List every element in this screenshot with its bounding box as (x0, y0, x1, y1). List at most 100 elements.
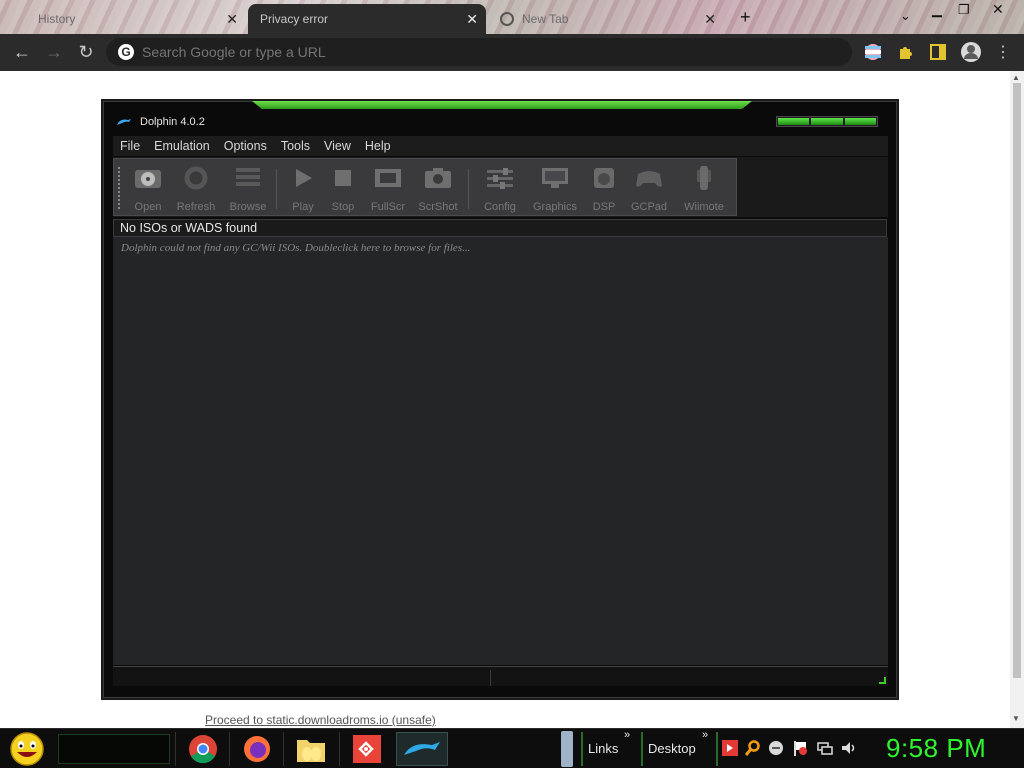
empty-gamelist-message[interactable]: Dolphin could not find any GC/Wii ISOs. … (121, 242, 470, 254)
toolbar-label: Stop (331, 201, 355, 213)
back-arrow-icon[interactable]: ← (9, 40, 35, 64)
desktop-chevron-icon[interactable]: » (702, 729, 708, 741)
tray-status-icon[interactable] (768, 740, 784, 756)
taskbar-git[interactable] (339, 732, 393, 766)
omnibox-input[interactable] (142, 44, 742, 60)
browse-list-icon (236, 168, 260, 186)
restore-icon[interactable]: ❐ (958, 2, 970, 18)
wiimote-button[interactable]: Wiimote (680, 165, 728, 213)
refresh-button[interactable]: Refresh (172, 165, 220, 213)
window-controls[interactable] (776, 116, 878, 127)
menu-file[interactable]: File (113, 139, 147, 153)
tab-new-tab[interactable]: New Tab ✕ (488, 4, 724, 34)
close-icon[interactable]: ✕ (226, 11, 238, 28)
dolphin-toolbar-area: Open Refresh Browse Play Stop FullScr Sc… (113, 157, 888, 217)
taskbar-folder[interactable] (283, 732, 337, 766)
desktop-toolbar[interactable]: Desktop (648, 741, 696, 756)
taskbar-chrome[interactable] (175, 732, 229, 766)
menu-tools[interactable]: Tools (274, 139, 317, 153)
camera-icon (425, 168, 451, 188)
taskbar-separator (716, 732, 718, 766)
taskbar-dolphin[interactable] (396, 732, 448, 766)
taskbar-firefox[interactable] (229, 732, 283, 766)
play-icon (296, 169, 312, 187)
toolbar-label: Config (484, 201, 516, 213)
toolbar-separator (276, 169, 277, 209)
reload-icon[interactable]: ↻ (73, 40, 99, 64)
page-scrollbar[interactable]: ▲ ▼ (1010, 71, 1024, 728)
toolbar-label: Open (134, 201, 162, 213)
wiimote-icon (697, 166, 711, 190)
profile-flag-icon[interactable] (864, 43, 882, 61)
menu-emulation[interactable]: Emulation (147, 139, 217, 153)
tray-search-icon[interactable] (745, 740, 761, 756)
maximize-button[interactable] (811, 118, 843, 125)
window-top-glow (252, 101, 752, 109)
gamelist-column-header: No ISOs or WADS found (113, 219, 887, 237)
omnibox[interactable]: G (106, 38, 852, 66)
tab-history[interactable]: History ✕ (26, 4, 246, 34)
new-tab-button[interactable]: + (740, 7, 751, 28)
smiley-start-icon[interactable] (8, 731, 46, 767)
tab-privacy-error[interactable]: Privacy error ✕ (248, 4, 486, 34)
tray-volume-icon[interactable] (841, 740, 857, 756)
menu-view[interactable]: View (317, 139, 358, 153)
forward-arrow-icon[interactable]: → (41, 40, 67, 64)
taskbar-clock[interactable]: 9:58 PM (886, 733, 986, 764)
tab-title: New Tab (522, 12, 569, 26)
close-icon[interactable]: ✕ (466, 11, 478, 28)
links-chevron-icon[interactable]: » (624, 729, 630, 741)
minimize-icon[interactable]: ▁ (932, 2, 942, 18)
graphics-button[interactable]: Graphics (531, 165, 579, 213)
toolbar-grip[interactable] (118, 167, 120, 211)
toolbar-label: ScrShot (418, 201, 458, 213)
stop-button[interactable]: Stop (319, 165, 367, 213)
browse-button[interactable]: Browse (224, 165, 272, 213)
close-button[interactable] (844, 118, 876, 125)
refresh-icon (184, 166, 208, 190)
close-window-icon[interactable]: ✕ (992, 1, 1004, 18)
taskbar-scroll-handle[interactable] (561, 731, 573, 767)
toolbar-label: DSP (592, 201, 616, 213)
toolbar-label: GCPad (630, 201, 668, 213)
screenshot-button[interactable]: ScrShot (414, 165, 462, 213)
browser-tabstrip: History ✕ Privacy error ✕ New Tab ✕ + ⌄ … (0, 0, 1024, 34)
tray-flag-icon[interactable] (792, 740, 808, 756)
fullscreen-button[interactable]: FullScr (364, 165, 412, 213)
taskbar-separator (581, 732, 583, 766)
tray-network-icon[interactable] (817, 740, 833, 756)
scroll-up-icon[interactable]: ▲ (1012, 73, 1020, 82)
links-toolbar[interactable]: Links (588, 741, 618, 756)
quick-launch-area (58, 734, 170, 764)
folder-icon (296, 740, 325, 762)
tray-media-icon[interactable] (722, 740, 738, 756)
dolphin-toolbar: Open Refresh Browse Play Stop FullScr Sc… (113, 158, 737, 216)
game-list[interactable]: Dolphin could not find any GC/Wii ISOs. … (113, 237, 888, 665)
scroll-down-icon[interactable]: ▼ (1012, 714, 1020, 723)
resize-grip-icon[interactable] (879, 677, 886, 684)
dolphin-window: Dolphin 4.0.2 File Emulation Options Too… (103, 101, 897, 698)
account-avatar-icon[interactable] (960, 41, 982, 63)
close-icon[interactable]: ✕ (704, 11, 716, 28)
config-sliders-icon (487, 168, 513, 189)
dolphin-menubar: File Emulation Options Tools View Help (113, 136, 888, 156)
proceed-unsafe-link[interactable]: Proceed to static.downloadroms.io (unsaf… (205, 713, 436, 727)
kebab-menu-icon[interactable]: ⋮ (990, 40, 1016, 64)
extensions-puzzle-icon[interactable] (897, 43, 915, 61)
side-panel-icon[interactable] (929, 43, 947, 61)
gcpad-button[interactable]: GCPad (625, 165, 673, 213)
minimize-button[interactable] (778, 118, 810, 125)
chrome-icon (500, 12, 514, 26)
dsp-button[interactable]: DSP (580, 165, 628, 213)
status-separator (490, 670, 491, 686)
menu-options[interactable]: Options (217, 139, 274, 153)
tab-search-icon[interactable]: ⌄ (900, 8, 911, 24)
dolphin-icon (404, 742, 440, 755)
open-button[interactable]: Open (124, 165, 172, 213)
scrollbar-thumb[interactable] (1013, 83, 1021, 678)
tab-title: History (38, 12, 76, 26)
stop-icon (335, 170, 351, 186)
menu-help[interactable]: Help (358, 139, 398, 153)
config-button[interactable]: Config (476, 165, 524, 213)
chrome-icon (188, 735, 217, 764)
